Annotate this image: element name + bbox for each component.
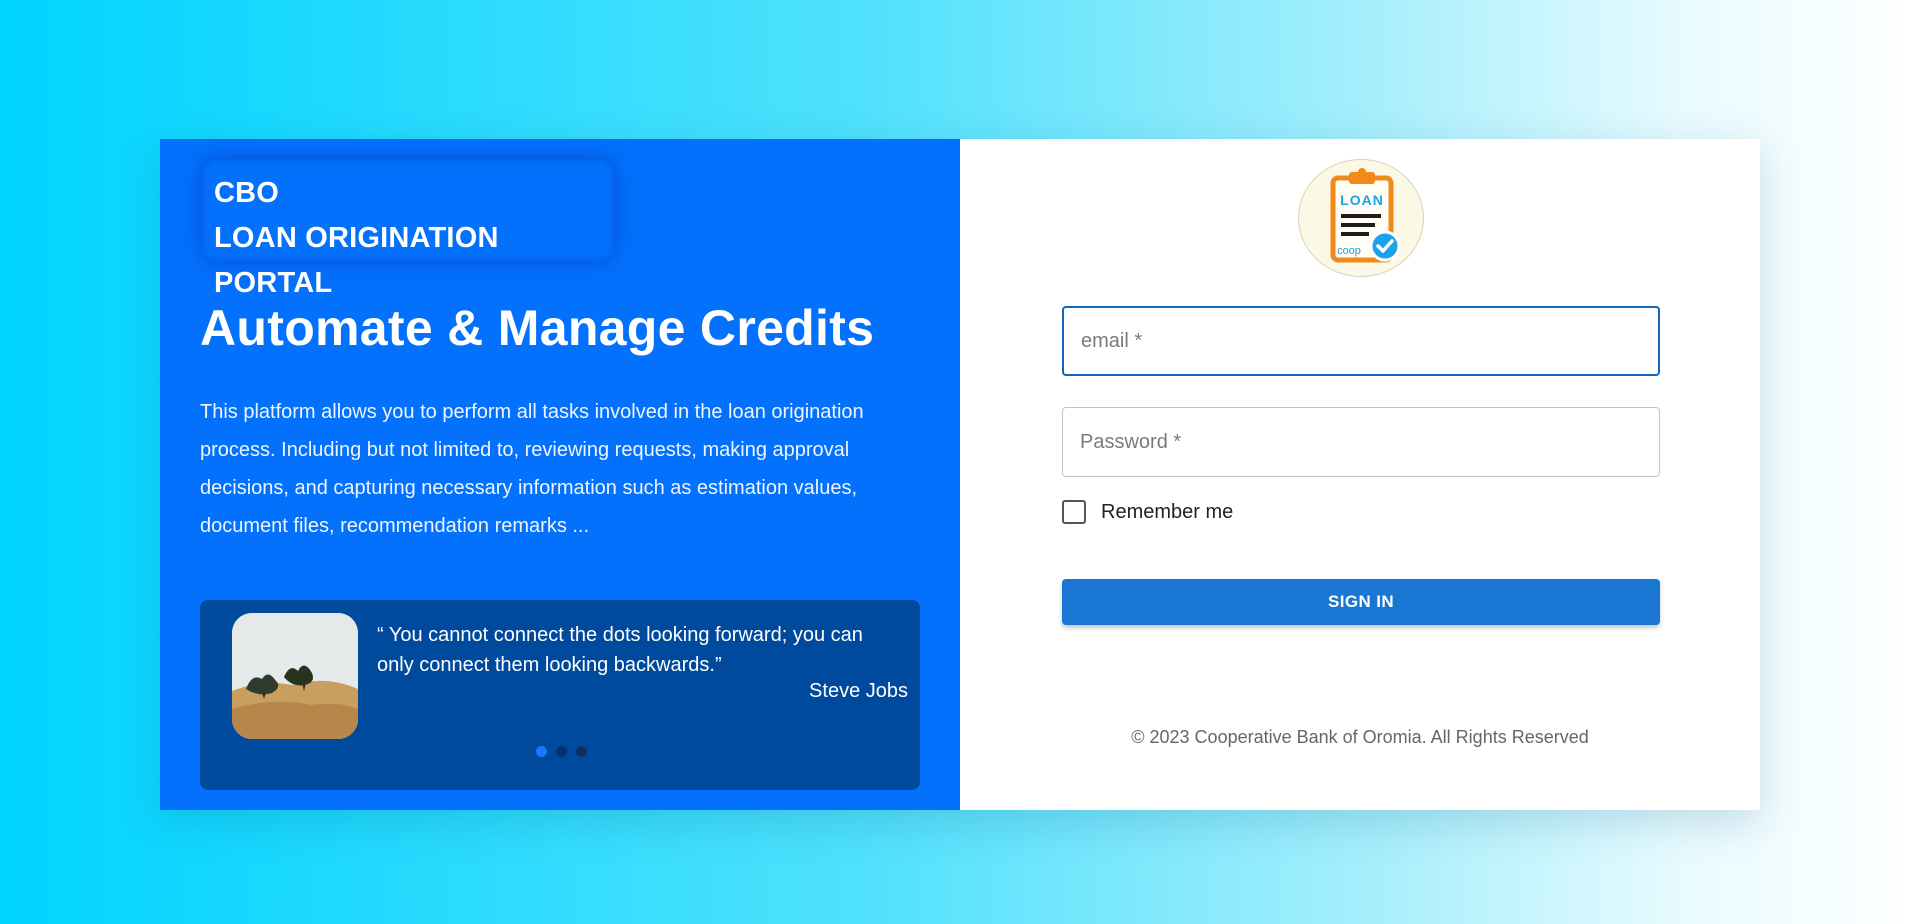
remember-me[interactable]: Remember me (1062, 500, 1233, 524)
brand-name: CBO (214, 177, 280, 209)
carousel-dot-1[interactable] (536, 746, 547, 757)
headline: Automate & Manage Credits (200, 300, 875, 356)
info-panel: CBO LOAN ORIGINATION PORTAL Automate & M… (160, 139, 960, 810)
loan-logo: LOAN coop (1298, 159, 1424, 277)
brand-box: CBO LOAN ORIGINATION PORTAL (202, 159, 614, 299)
portal-name: LOAN ORIGINATION PORTAL (214, 222, 499, 299)
copyright-footer: © 2023 Cooperative Bank of Oromia. All R… (1131, 727, 1589, 747)
email-input[interactable] (1064, 308, 1658, 374)
remember-me-checkbox[interactable] (1062, 500, 1086, 524)
quote-text: “ You cannot connect the dots looking fo… (377, 624, 863, 676)
quote-author: Steve Jobs (809, 680, 908, 702)
sign-in-button[interactable]: SIGN IN (1062, 579, 1660, 625)
carousel-dots (536, 746, 587, 757)
login-card: CBO LOAN ORIGINATION PORTAL Automate & M… (160, 139, 1760, 810)
landscape-image (232, 613, 358, 739)
quote-carousel: “ You cannot connect the dots looking fo… (200, 600, 920, 790)
email-field (1062, 306, 1660, 376)
logo-label: LOAN (1340, 192, 1384, 208)
carousel-dot-3[interactable] (576, 746, 587, 757)
password-input[interactable] (1063, 408, 1659, 476)
remember-me-label: Remember me (1101, 500, 1234, 523)
login-panel: LOAN coop Remember me SIGN IN © 2023 Coo… (960, 139, 1760, 810)
logo-sublabel: coop (1337, 245, 1361, 257)
loan-clipboard-icon: LOAN coop (1330, 168, 1401, 263)
carousel-dot-2[interactable] (556, 746, 567, 757)
password-field (1062, 407, 1660, 477)
platform-description: This platform allows you to perform all … (200, 401, 864, 537)
